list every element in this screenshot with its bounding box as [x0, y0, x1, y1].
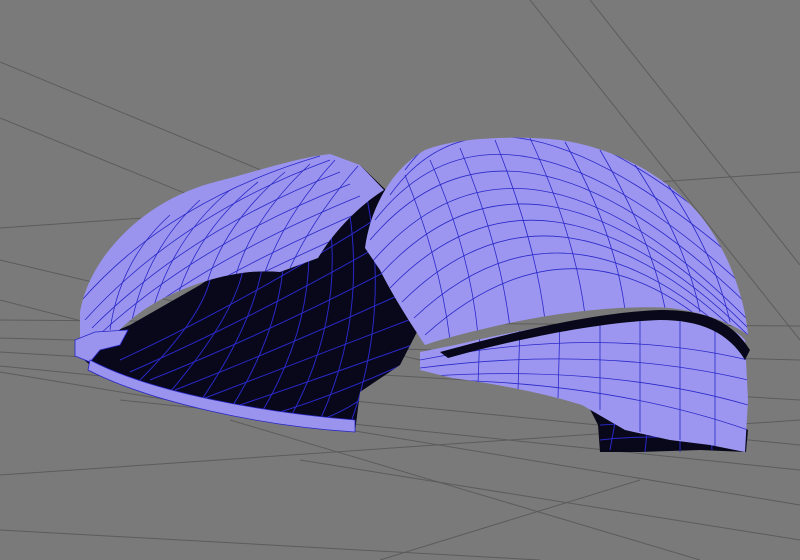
left-shell-mesh[interactable] [74, 154, 418, 433]
3d-viewport[interactable] [0, 0, 800, 560]
right-shell-lower-band [420, 316, 748, 452]
grid-line [0, 529, 541, 560]
grid-line [299, 459, 800, 541]
viewport-canvas[interactable] [0, 0, 800, 560]
grid-line [379, 479, 641, 560]
right-shell-mesh[interactable] [365, 119, 750, 453]
